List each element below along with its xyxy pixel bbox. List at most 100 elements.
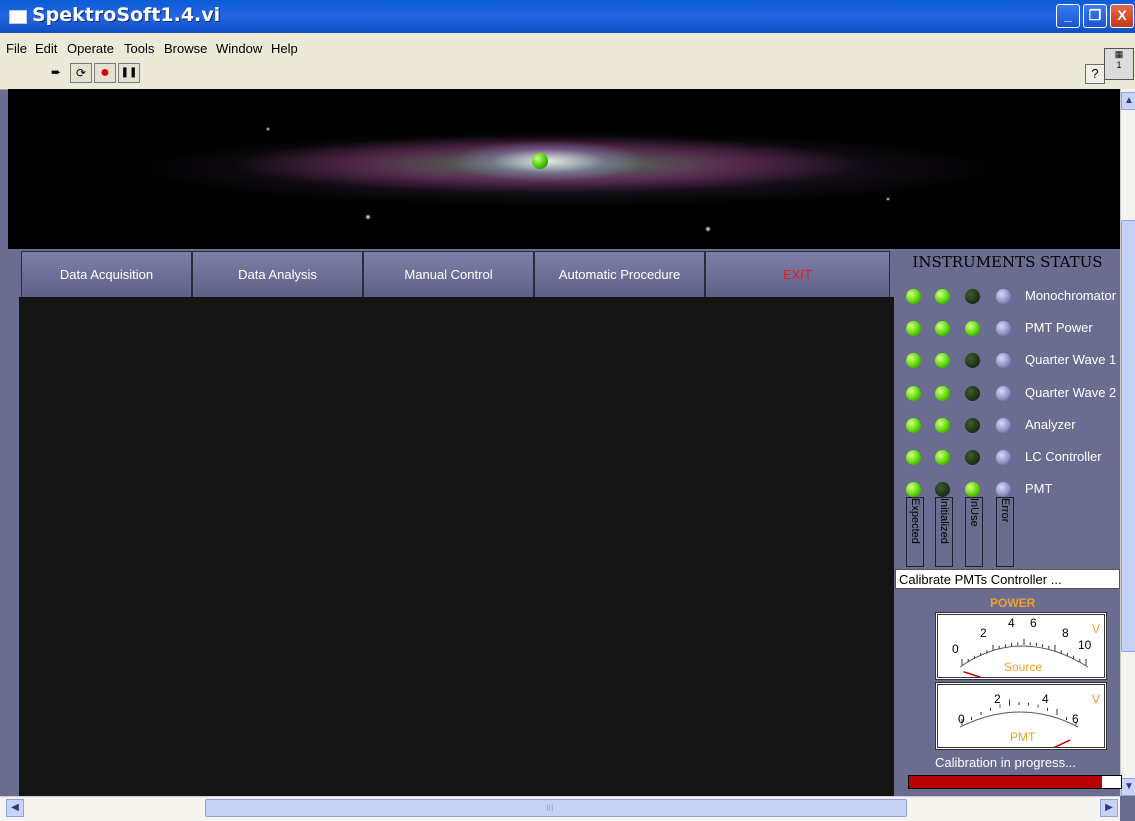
run-continuously-icon[interactable]: ⟳ bbox=[70, 63, 92, 83]
inuse-led-icon bbox=[965, 321, 980, 336]
title-bar: SpektroSoft1.4.vi _ ❐ X bbox=[0, 0, 1135, 33]
initialized-led-icon bbox=[935, 289, 950, 304]
instrument-name: PMT bbox=[1025, 481, 1053, 496]
menu-browse[interactable]: Browse bbox=[164, 41, 207, 56]
scroll-left-icon[interactable]: ◀ bbox=[6, 799, 24, 817]
error-led-icon bbox=[996, 450, 1011, 465]
source-meter-dial: 0 2 4 6 8 10 V Source bbox=[952, 616, 1100, 682]
error-led-icon bbox=[996, 386, 1011, 401]
source-tick-label: 4 bbox=[1008, 616, 1015, 630]
error-led-icon bbox=[996, 482, 1011, 497]
power-label: POWER bbox=[990, 596, 1036, 610]
expected-led-icon bbox=[906, 289, 921, 304]
source-tick-label: 8 bbox=[1062, 626, 1069, 640]
pmt-tick-label: 6 bbox=[1072, 712, 1079, 726]
source-tick-label: 0 bbox=[952, 642, 959, 656]
help-icon[interactable]: ? bbox=[1085, 64, 1105, 84]
column-label-expected: Expected bbox=[906, 497, 924, 567]
source-tick-label: 2 bbox=[980, 626, 987, 640]
error-led-icon bbox=[996, 289, 1011, 304]
close-button[interactable]: X bbox=[1110, 4, 1134, 28]
instrument-name: PMT Power bbox=[1025, 320, 1093, 335]
pause-icon[interactable]: ❚❚ bbox=[118, 63, 140, 83]
calibration-progress-bar bbox=[908, 775, 1122, 789]
run-arrow-icon[interactable]: ➨ bbox=[46, 63, 66, 81]
inuse-led-icon bbox=[965, 353, 980, 368]
expected-led-icon bbox=[906, 321, 921, 336]
expected-led-icon bbox=[906, 386, 921, 401]
minimize-button[interactable]: _ bbox=[1056, 4, 1080, 28]
instrument-name: Analyzer bbox=[1025, 417, 1076, 432]
initialized-led-icon bbox=[935, 482, 950, 497]
status-led-icon bbox=[532, 153, 548, 169]
inuse-led-icon bbox=[965, 418, 980, 433]
vertical-scroll-thumb[interactable] bbox=[1121, 220, 1135, 652]
source-voltage-meter: 0 2 4 6 8 10 V Source bbox=[935, 612, 1107, 682]
source-meter-label: Source bbox=[1004, 660, 1042, 674]
pmt-tick-label: 4 bbox=[1042, 692, 1049, 706]
initialized-led-icon bbox=[935, 450, 950, 465]
column-label-initialized: Initialized bbox=[935, 497, 953, 567]
maximize-button[interactable]: ❐ bbox=[1083, 4, 1107, 28]
menu-file[interactable]: File bbox=[6, 41, 27, 56]
source-unit: V bbox=[1092, 622, 1100, 636]
source-meter-needle bbox=[963, 671, 993, 682]
tab-data-acquisition[interactable]: Data Acquisition bbox=[21, 251, 192, 298]
expected-led-icon bbox=[906, 450, 921, 465]
instrument-name: Monochromator bbox=[1025, 288, 1117, 303]
scroll-grip-icon: III bbox=[546, 803, 554, 813]
inuse-led-icon bbox=[965, 450, 980, 465]
pmt-meter-label: PMT bbox=[1010, 730, 1036, 744]
scroll-up-icon[interactable]: ▲ bbox=[1121, 92, 1135, 110]
scroll-down-icon[interactable]: ▼ bbox=[1121, 778, 1135, 796]
abort-icon[interactable]: ● bbox=[94, 63, 116, 83]
initialized-led-icon bbox=[935, 321, 950, 336]
expected-led-icon bbox=[906, 418, 921, 433]
banner-image bbox=[8, 89, 1120, 249]
vi-connector-icon: ▦ 1 bbox=[1104, 48, 1134, 80]
initialized-led-icon bbox=[935, 386, 950, 401]
error-led-icon bbox=[996, 353, 1011, 368]
source-tick-label: 10 bbox=[1078, 638, 1092, 652]
initialized-led-icon bbox=[935, 418, 950, 433]
instrument-name: Quarter Wave 2 bbox=[1025, 385, 1117, 400]
main-content-panel bbox=[19, 297, 894, 796]
pmt-meter-needle bbox=[1033, 739, 1071, 758]
menu-help[interactable]: Help bbox=[271, 41, 298, 56]
inuse-led-icon bbox=[965, 289, 980, 304]
tab-automatic-procedure[interactable]: Automatic Procedure bbox=[534, 251, 705, 298]
pmt-voltage-meter: 0 2 4 6 V PMT bbox=[935, 682, 1107, 758]
instruments-status-title: INSTRUMENTS STATUS bbox=[895, 250, 1120, 275]
expected-led-icon bbox=[906, 353, 921, 368]
horizontal-scroll-thumb[interactable]: III bbox=[205, 799, 907, 817]
menu-operate[interactable]: Operate bbox=[67, 41, 114, 56]
window-title: SpektroSoft1.4.vi bbox=[32, 4, 221, 26]
menu-bar: File Edit Operate Tools Browse Window He… bbox=[0, 33, 1135, 90]
pmt-meter-dial: 0 2 4 6 V PMT bbox=[958, 692, 1100, 758]
tab-data-analysis[interactable]: Data Analysis bbox=[192, 251, 363, 298]
instrument-name: Quarter Wave 1 bbox=[1025, 352, 1117, 367]
error-led-icon bbox=[996, 321, 1011, 336]
menu-window[interactable]: Window bbox=[216, 41, 262, 56]
pmt-unit: V bbox=[1092, 692, 1100, 706]
instrument-name: LC Controller bbox=[1025, 449, 1102, 464]
pmt-tick-label: 0 bbox=[958, 712, 965, 726]
column-label-error: Error bbox=[996, 497, 1014, 567]
inuse-led-icon bbox=[965, 386, 980, 401]
source-tick-label: 6 bbox=[1030, 616, 1037, 630]
menu-edit[interactable]: Edit bbox=[35, 41, 57, 56]
exit-button[interactable]: EXIT bbox=[705, 251, 890, 298]
progress-fill bbox=[909, 776, 1102, 788]
app-icon bbox=[9, 10, 27, 24]
column-label-inuse: InUse bbox=[965, 497, 983, 567]
scroll-right-icon[interactable]: ▶ bbox=[1100, 799, 1118, 817]
calibration-status-field: Calibrate PMTs Controller ... bbox=[895, 569, 1120, 589]
initialized-led-icon bbox=[935, 353, 950, 368]
calibration-message: Calibration in progress... bbox=[935, 755, 1076, 770]
menu-tools[interactable]: Tools bbox=[124, 41, 154, 56]
pmt-tick-label: 2 bbox=[994, 692, 1001, 706]
inuse-led-icon bbox=[965, 482, 980, 497]
tab-manual-control[interactable]: Manual Control bbox=[363, 251, 534, 298]
error-led-icon bbox=[996, 418, 1011, 433]
expected-led-icon bbox=[906, 482, 921, 497]
